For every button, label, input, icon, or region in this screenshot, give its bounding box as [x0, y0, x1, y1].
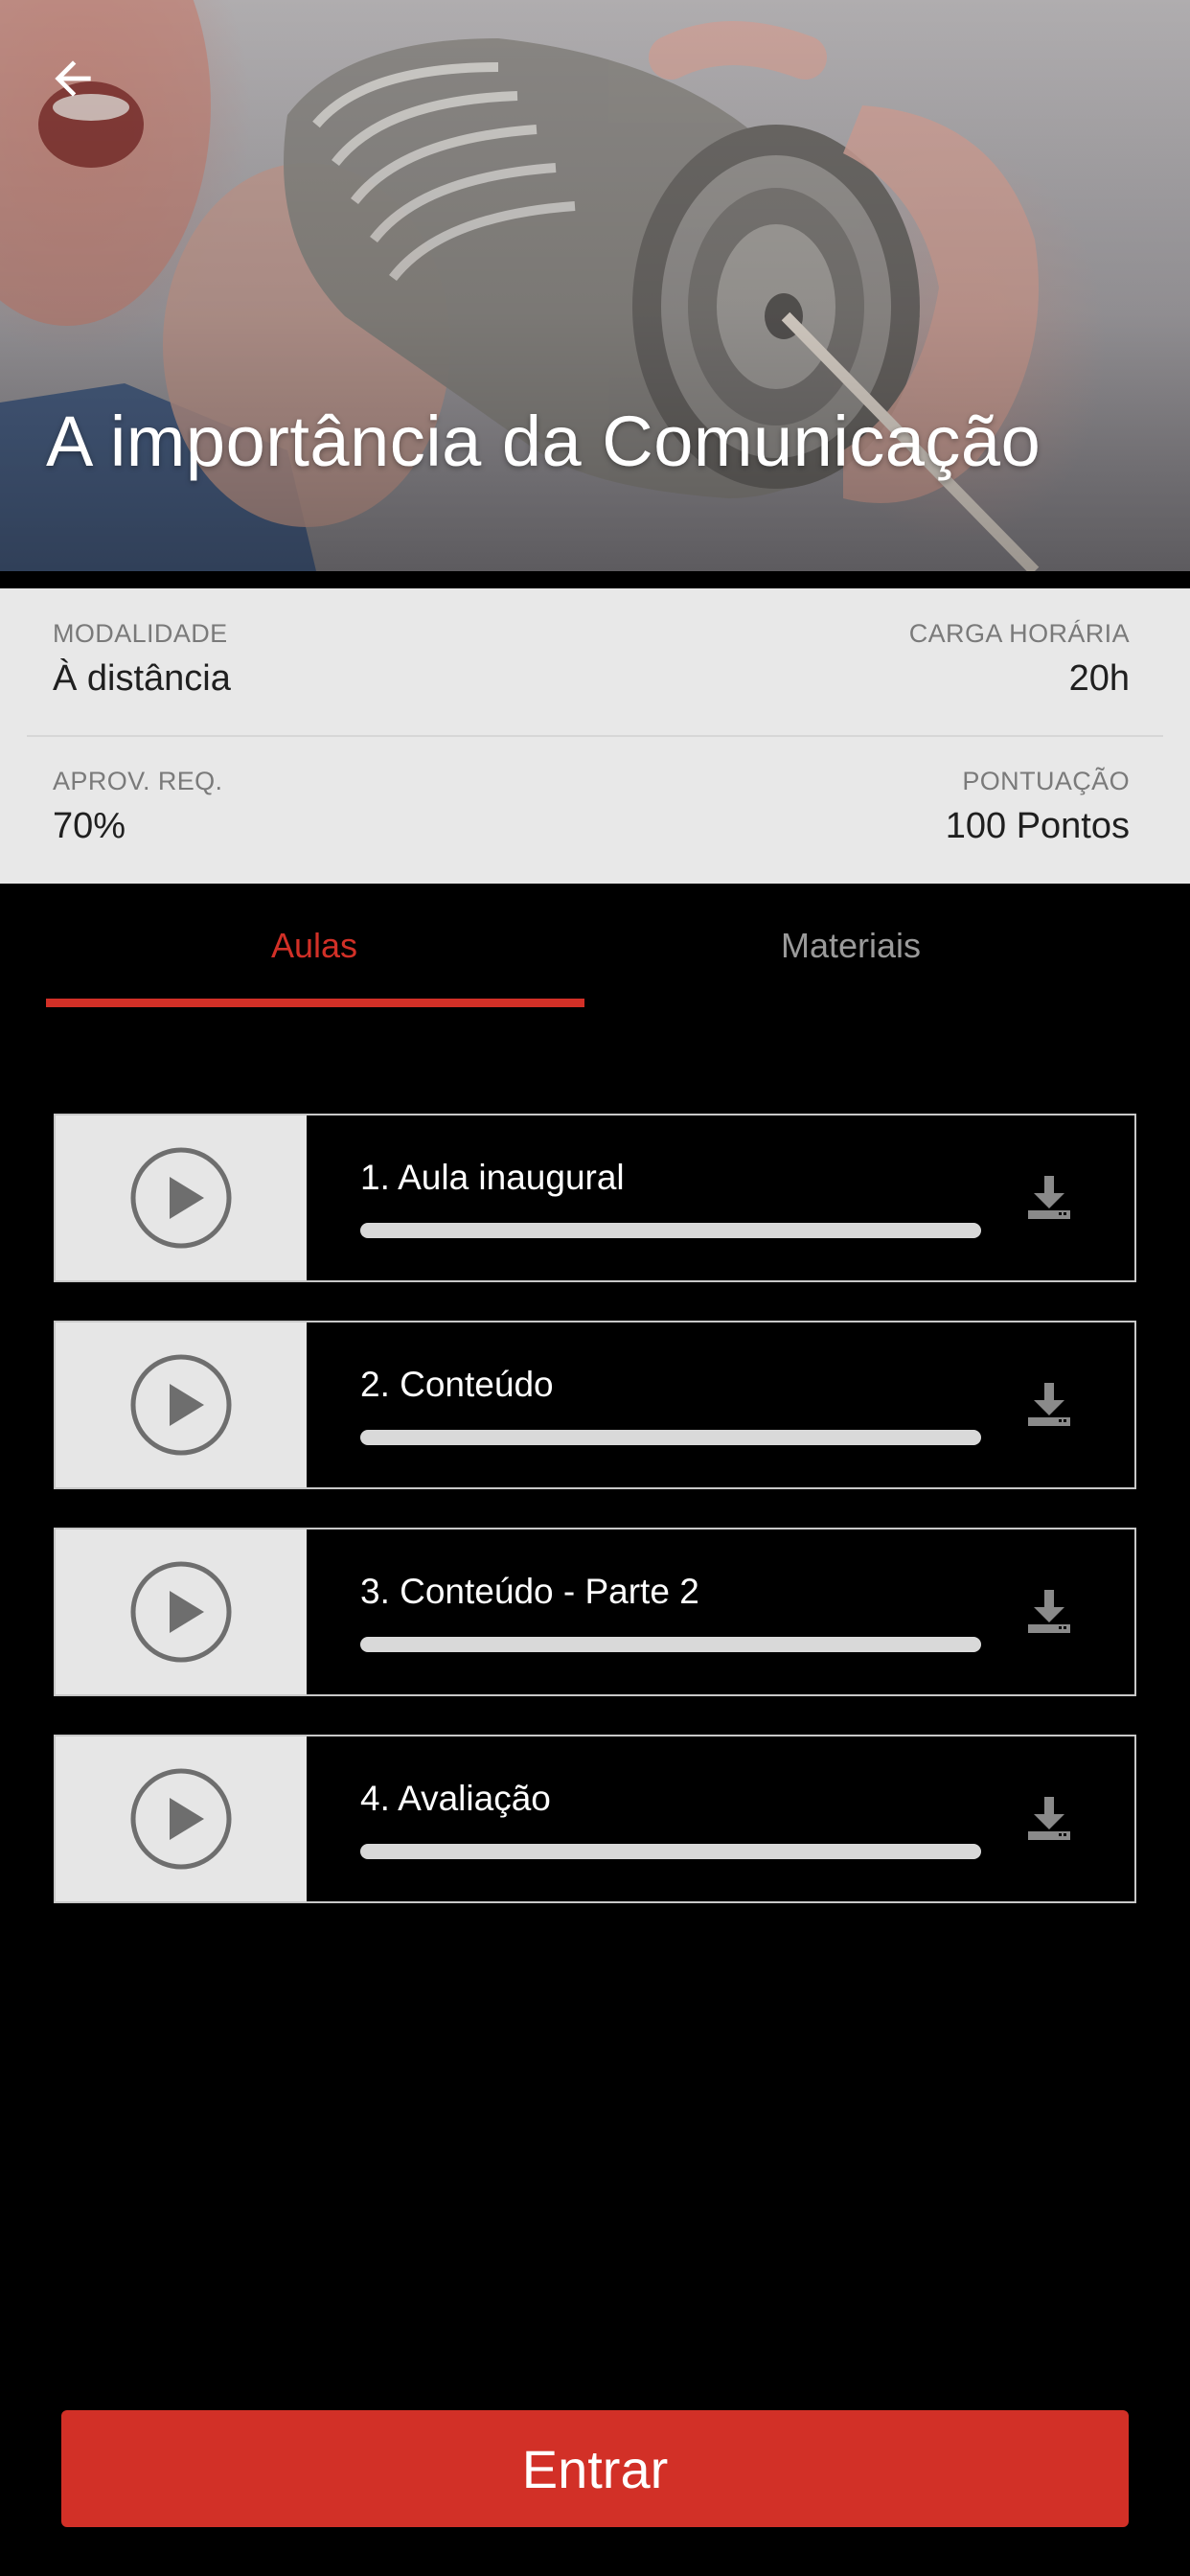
lesson-item-2[interactable]: 2. Conteúdo: [54, 1321, 1136, 1489]
download-button[interactable]: [1021, 1790, 1077, 1846]
info-carga-horaria: CARGA HORÁRIA 20h: [909, 617, 1130, 700]
info-label: MODALIDADE: [53, 619, 228, 648]
info-modalidade: MODALIDADE À distância: [53, 617, 231, 700]
play-circle-icon: [130, 1561, 232, 1663]
lesson-progress-bar: [360, 1223, 981, 1238]
arrow-left-icon: [55, 60, 91, 97]
lesson-thumbnail[interactable]: [56, 1322, 307, 1487]
active-tab-indicator: [46, 999, 584, 1007]
lesson-progress-bar: [360, 1637, 981, 1652]
lesson-title: 2. Conteúdo: [360, 1365, 554, 1404]
lesson-title: 4. Avaliação: [360, 1779, 551, 1818]
info-label: PONTUAÇÃO: [962, 767, 1130, 795]
download-icon: [1028, 1176, 1070, 1219]
tab-bar: Aulas Materiais: [46, 884, 1119, 1008]
tab-materiais[interactable]: Materiais: [583, 884, 1119, 1008]
info-value: 100 Pontos: [945, 806, 1130, 846]
download-icon: [1028, 1383, 1070, 1426]
course-detail-screen: A importância da Comunicação MODALIDADE …: [0, 0, 1190, 2576]
download-button[interactable]: [1021, 1583, 1077, 1639]
info-pontuacao: PONTUAÇÃO 100 Pontos: [946, 765, 1130, 847]
lesson-list: 1. Aula inaugural 2. Conteúdo 3. Conteúd…: [54, 1114, 1136, 1942]
info-label: CARGA HORÁRIA: [908, 619, 1130, 648]
play-circle-icon: [130, 1768, 232, 1870]
lesson-item-4[interactable]: 4. Avaliação: [54, 1735, 1136, 1903]
course-title: A importância da Comunicação: [46, 402, 1041, 481]
info-aprov-req: APROV. REQ. 70%: [53, 765, 222, 847]
back-button[interactable]: [38, 44, 107, 113]
play-circle-icon: [130, 1354, 232, 1456]
lesson-title: 1. Aula inaugural: [360, 1158, 625, 1197]
info-label: APROV. REQ.: [53, 767, 223, 795]
hero-overlay: [0, 0, 1190, 571]
info-value: 70%: [53, 806, 126, 846]
lesson-progress-bar: [360, 1430, 981, 1445]
lesson-item-3[interactable]: 3. Conteúdo - Parte 2: [54, 1528, 1136, 1696]
download-button[interactable]: [1021, 1376, 1077, 1432]
info-row: MODALIDADE À distância CARGA HORÁRIA 20h: [0, 588, 1190, 736]
info-row: APROV. REQ. 70% PONTUAÇÃO 100 Pontos: [0, 736, 1190, 884]
download-icon: [1028, 1797, 1070, 1840]
lesson-progress-bar: [360, 1844, 981, 1859]
tab-aulas[interactable]: Aulas: [46, 884, 583, 1008]
lesson-thumbnail[interactable]: [56, 1736, 307, 1901]
play-circle-icon: [130, 1147, 232, 1249]
info-value: À distância: [53, 658, 231, 699]
lesson-item-1[interactable]: 1. Aula inaugural: [54, 1114, 1136, 1282]
enter-button[interactable]: Entrar: [61, 2410, 1129, 2527]
lesson-thumbnail[interactable]: [56, 1116, 307, 1280]
course-hero: A importância da Comunicação: [0, 0, 1190, 571]
download-button[interactable]: [1021, 1169, 1077, 1225]
download-icon: [1028, 1590, 1070, 1633]
course-info-card: MODALIDADE À distância CARGA HORÁRIA 20h…: [0, 588, 1190, 884]
info-value: 20h: [1068, 658, 1130, 699]
lesson-title: 3. Conteúdo - Parte 2: [360, 1572, 699, 1611]
lesson-thumbnail[interactable]: [56, 1530, 307, 1694]
